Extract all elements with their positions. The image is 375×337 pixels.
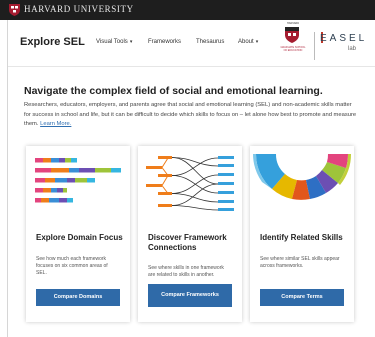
card-framework-connections: Discover Framework Connections See where…	[138, 146, 242, 322]
connections-figure	[146, 156, 234, 211]
compare-frameworks-button[interactable]: Compare Frameworks	[148, 284, 232, 307]
card-domain-focus: Explore Domain Focus See how much each f…	[26, 146, 130, 322]
brand-title[interactable]: Explore SEL	[20, 36, 85, 48]
hero-title: Navigate the complex field of social and…	[24, 85, 323, 97]
header-divider	[314, 32, 315, 60]
stacked-bars-figure	[35, 158, 121, 203]
compare-terms-button[interactable]: Compare Terms	[260, 289, 344, 306]
nav-thesaurus-label: Thesaurus	[196, 39, 225, 45]
card-description: See where similar SEL skills appear acro…	[260, 256, 340, 269]
card-title: Discover Framework Connections	[148, 233, 227, 252]
learn-more-link[interactable]: Learn More.	[40, 121, 71, 127]
nav-frameworks[interactable]: Frameworks	[148, 39, 181, 45]
easel-lab-label: lab	[348, 46, 357, 52]
compare-domains-button[interactable]: Compare Domains	[36, 289, 120, 306]
hero-text-body: Researchers, educators, employers, and p…	[24, 102, 357, 127]
chevron-down-icon: ▾	[129, 39, 133, 45]
site-header: Explore SEL Visual Tools ▾ Frameworks The…	[0, 20, 375, 66]
nav-visual-tools-label: Visual Tools	[96, 39, 128, 45]
hero-text: Researchers, educators, employers, and p…	[24, 101, 359, 130]
harvard-shield-icon	[9, 4, 20, 16]
card-description: See how much each framework focuses on s…	[36, 256, 108, 276]
card-description: See where skills in one framework are re…	[148, 265, 224, 278]
card-title: Explore Domain Focus	[36, 233, 123, 242]
nav-thesaurus[interactable]: Thesaurus	[196, 39, 224, 45]
chevron-down-icon: ▾	[255, 39, 259, 45]
header-rule	[0, 66, 375, 67]
easel-logo-text[interactable]: EASEL	[320, 33, 367, 44]
hgse-top-label: HARVARD	[287, 22, 299, 25]
card-related-skills: Identify Related Skills See where simila…	[250, 146, 354, 322]
nav-about-label: About	[238, 39, 254, 45]
nav-visual-tools[interactable]: Visual Tools ▾	[96, 39, 132, 45]
university-name[interactable]: HARVARD UNIVERSITY	[24, 4, 134, 14]
nav-frameworks-label: Frameworks	[148, 39, 182, 45]
sunburst-figure	[253, 154, 352, 200]
university-bar: HARVARD UNIVERSITY	[0, 0, 375, 20]
card-title: Identify Related Skills	[260, 233, 343, 242]
hgse-shield-icon[interactable]	[285, 27, 299, 43]
nav-about[interactable]: About ▾	[238, 39, 258, 45]
left-window-edge	[0, 20, 8, 337]
hgse-wordmark: GRADUATE SCHOOL OF EDUCATION	[280, 46, 306, 52]
